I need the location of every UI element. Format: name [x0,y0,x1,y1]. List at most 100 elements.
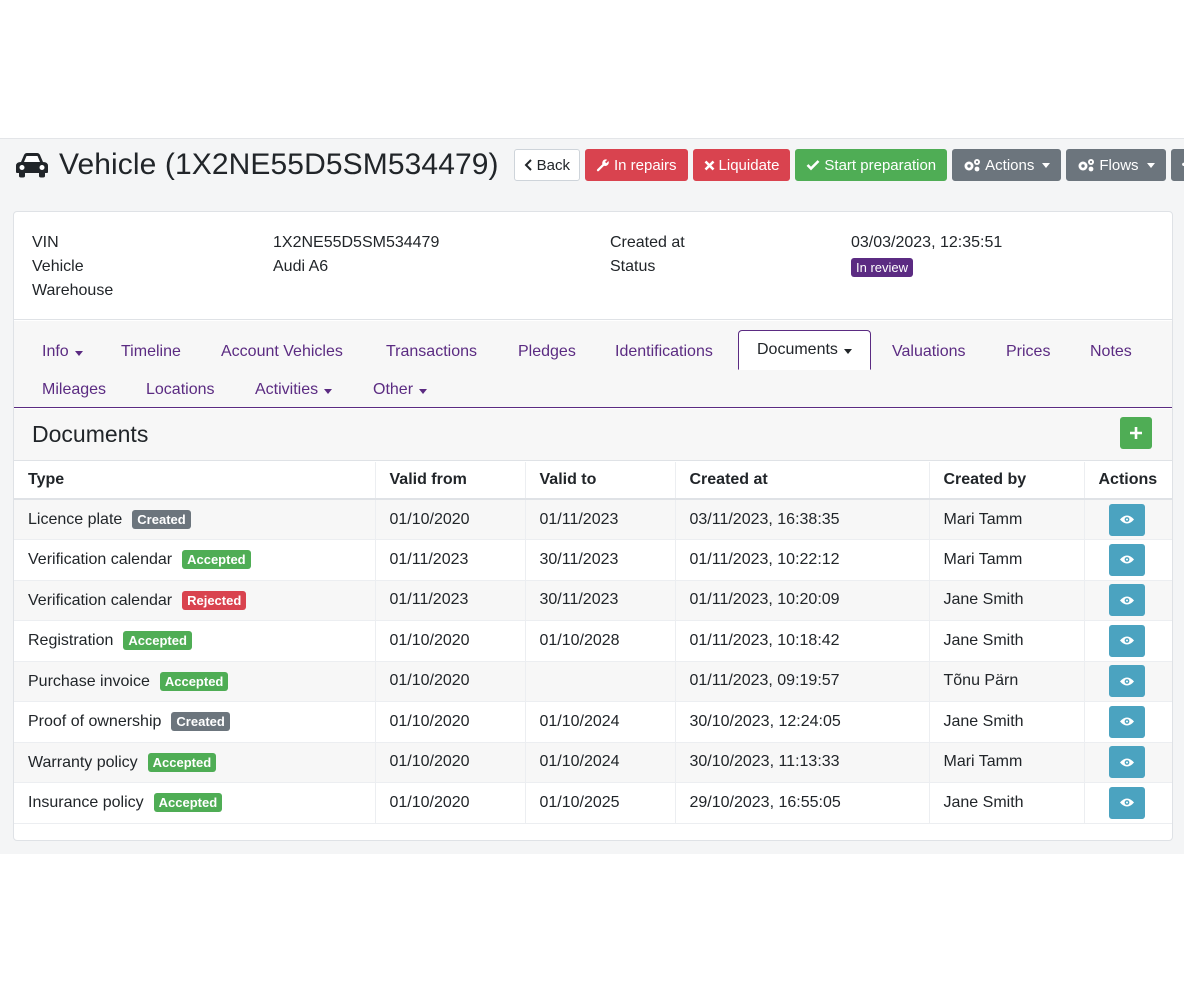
table-row: Registration Accepted 01/10/2020 01/10/2028… [14,620,1172,662]
eye-icon [1119,798,1134,807]
document-type: Verification calendar [28,551,173,569]
valid-from-cell: 01/10/2020 [375,701,526,743]
page-header: Vehicle (1X2NE55D5SM534479) Back In repa… [0,139,1184,191]
document-type: Verification calendar [28,591,173,609]
type-cell: Registration Accepted [14,620,376,662]
valid-to-cell: 01/10/2024 [525,742,676,783]
vehicle-info: VIN 1X2NE55D5SM534479 Vehicle Audi A6 Wa… [14,212,1172,320]
tab-locations[interactable]: Locations [146,381,215,399]
actions-label: Actions [985,156,1035,174]
created-by-cell: Jane Smith [929,782,1085,824]
tab-transactions[interactable]: Transactions [386,343,477,361]
tab-identifications[interactable]: Identifications [615,343,713,361]
vehicle-card: VIN 1X2NE55D5SM534479 Vehicle Audi A6 Wa… [13,211,1173,841]
actions-cell [1084,701,1172,743]
header-toolbar: Back In repairs Liquidate Start preparat… [513,149,1184,181]
view-document-button[interactable] [1108,543,1145,576]
valid-from-cell: 01/10/2020 [375,620,526,662]
status-badge: Accepted [147,752,217,772]
created-by-cell: Mari Tamm [929,539,1085,581]
chevron-down-icon [1042,162,1051,168]
eye-icon [1119,515,1134,524]
tab-pledges[interactable]: Pledges [518,343,576,361]
chevron-left-icon [524,159,532,171]
tab-account-vehicles[interactable]: Account Vehicles [221,343,343,361]
actions-cell [1084,661,1172,702]
status-badge: Accepted [159,671,229,691]
table-header-row: Type Valid from Valid to Created at Created … [14,462,1172,500]
created-at-cell: 30/10/2023, 12:24:05 [675,701,930,743]
column-header: Actions [1084,462,1172,500]
created-at-cell: 30/10/2023, 11:13:33 [675,742,930,783]
vehicle-value: Audi A6 [273,258,329,275]
tab-info[interactable]: Info [42,343,83,361]
car-icon [16,153,48,178]
tab-notes[interactable]: Notes [1090,343,1132,361]
actions-cell [1084,742,1172,783]
back-button[interactable]: Back [513,149,580,181]
valid-from-cell: 01/11/2023 [375,580,526,621]
in-repairs-button[interactable]: In repairs [585,149,688,181]
check-icon [807,160,820,171]
document-type: Licence plate [28,511,123,528]
created-by-cell: Jane Smith [929,701,1085,743]
tab-valuations[interactable]: Valuations [892,343,966,361]
actions-cell [1084,620,1172,662]
more-button[interactable]: ••• [1170,149,1184,181]
valid-from-cell: 01/10/2020 [375,499,526,540]
documents-title: Documents [32,421,149,447]
view-document-button[interactable] [1108,786,1145,819]
start-preparation-button[interactable]: Start preparation [795,149,948,181]
type-cell: Verification calendar Rejected [14,580,376,621]
app: Vehicle (1X2NE55D5SM534479) Back In repa… [0,138,1184,854]
view-document-button[interactable] [1108,503,1145,536]
actions-cell [1084,580,1172,621]
chevron-down-icon [74,351,83,356]
created-at-cell: 01/11/2023, 09:19:57 [675,661,930,702]
view-document-button[interactable] [1108,746,1145,779]
tab-prices[interactable]: Prices [1006,343,1050,361]
valid-to-cell: 30/11/2023 [525,580,676,621]
valid-to-cell: 01/10/2025 [525,782,676,824]
column-header: Type [14,462,376,500]
liquidate-button[interactable]: Liquidate [692,149,791,181]
view-document-button[interactable] [1108,584,1145,617]
created-at-cell: 01/11/2023, 10:18:42 [675,620,930,662]
valid-from-cell: 01/10/2020 [375,742,526,783]
tab-activities-label: Activities [255,381,319,398]
gears-icon [1078,159,1095,172]
view-document-button[interactable] [1108,624,1145,657]
eye-icon [1119,717,1134,726]
in-repairs-label: In repairs [614,156,677,174]
document-type: Registration [28,632,114,650]
created-at-cell: 01/11/2023, 10:20:09 [675,580,930,621]
view-document-button[interactable] [1108,705,1145,738]
tab-other[interactable]: Other [373,381,428,399]
valid-from-cell: 01/10/2020 [375,661,526,702]
add-document-button[interactable] [1120,417,1152,449]
tab-mileages[interactable]: Mileages [42,381,106,399]
eye-icon [1119,758,1134,767]
chevron-down-icon [419,389,428,394]
created-at-cell: 01/11/2023, 10:22:12 [675,539,930,581]
wrench-icon [596,159,609,172]
created-at-cell: 29/10/2023, 16:55:05 [675,782,930,824]
liquidate-label: Liquidate [718,156,780,174]
tab-timeline[interactable]: Timeline [121,343,181,361]
created-at-value: 03/03/2023, 12:35:51 [851,234,1003,251]
created-by-cell: Mari Tamm [929,499,1085,540]
status-badge: Created [132,510,191,529]
valid-to-cell: 01/10/2024 [525,701,676,743]
status-label: Status [610,258,656,275]
actions-dropdown[interactable]: Actions [952,149,1062,181]
documents-table: Type Valid from Valid to Created at Created … [14,462,1172,824]
flows-dropdown[interactable]: Flows [1066,149,1166,181]
tab-documents[interactable]: Documents [738,330,871,370]
valid-from-cell: 01/10/2020 [375,782,526,824]
flows-label: Flows [1099,156,1139,174]
vin-value: 1X2NE55D5SM534479 [273,234,440,251]
view-document-button[interactable] [1108,665,1145,698]
eye-icon [1119,636,1134,645]
tab-activities[interactable]: Activities [255,381,333,399]
created-by-cell: Jane Smith [929,580,1085,621]
